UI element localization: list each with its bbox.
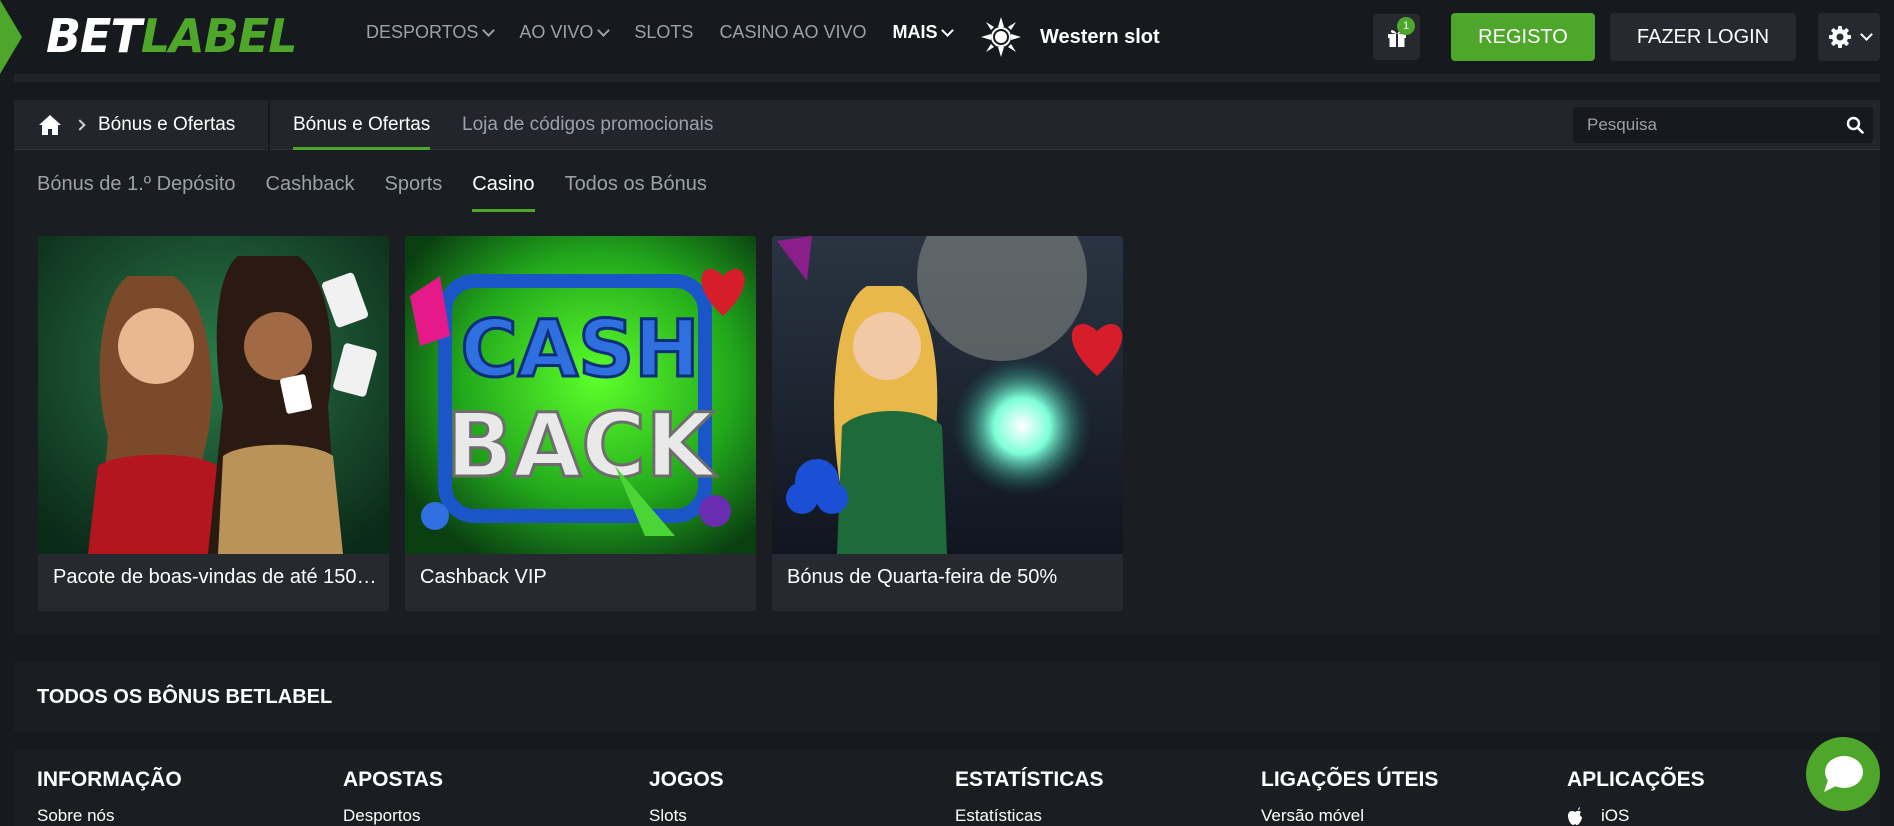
nav-desportos-label: DESPORTOS	[366, 22, 479, 42]
footer-link-ios-label: iOS	[1601, 806, 1630, 825]
cashback-image-text-top: CASH	[460, 305, 699, 395]
bonus-category-tabs: Bónus de 1.º Depósito Cashback Sports Ca…	[37, 156, 737, 212]
subtab-todos-os-bonus[interactable]: Todos os Bónus	[565, 156, 707, 212]
search-icon[interactable]	[1837, 107, 1873, 143]
tab-bonus-e-ofertas[interactable]: Bónus e Ofertas	[293, 100, 431, 150]
main-nav: DESPORTOS AO VIVO SLOTS CASINO AO VIVO M…	[366, 22, 978, 43]
bonus-card[interactable]: CASH BACK Cashback VIP	[405, 236, 756, 611]
nav-ao-vivo-label: AO VIVO	[519, 22, 594, 42]
login-button[interactable]: FAZER LOGIN	[1610, 13, 1796, 61]
bonus-cards: Pacote de boas-vindas de até 1500 € + 15…	[38, 236, 1139, 611]
footer-link-versao-movel[interactable]: Versão móvel	[1261, 806, 1438, 826]
breadcrumb-home: Bónus e Ofertas	[14, 100, 270, 150]
bonus-panel: Bónus e Ofertas Bónus e Ofertas Loja de …	[14, 100, 1880, 634]
chevron-down-icon	[597, 23, 611, 37]
nav-mais[interactable]: MAIS	[892, 22, 955, 43]
footer-col-jogos: JOGOS Slots	[649, 768, 724, 826]
chevron-down-icon	[482, 23, 496, 37]
top-header: BETLABEL DESPORTOS AO VIVO SLOTS CASINO …	[0, 0, 1894, 74]
chevron-right-icon	[74, 119, 86, 131]
logo[interactable]: BETLABEL	[46, 9, 298, 63]
chat-bubble-icon	[1824, 756, 1863, 792]
footer-link-sobre-nos[interactable]: Sobre nós	[37, 806, 182, 826]
footer-col-apostas: APOSTAS Desportos	[343, 768, 443, 826]
gear-icon	[1828, 26, 1851, 48]
nav-ao-vivo[interactable]: AO VIVO	[519, 22, 611, 43]
nav-mais-label: MAIS	[892, 22, 938, 42]
subtab-sports[interactable]: Sports	[384, 156, 442, 212]
breadcrumb: Bónus e Ofertas Bónus e Ofertas Loja de …	[14, 100, 1880, 150]
header-accent	[0, 0, 22, 74]
subtab-cashback[interactable]: Cashback	[266, 156, 355, 212]
footer-col-ligacoes-uteis: LIGAÇÕES ÚTEIS Versão móvel	[1261, 768, 1438, 826]
tab-loja-codigos-promocionais[interactable]: Loja de códigos promocionais	[462, 100, 713, 150]
promo-label: Western slot	[1040, 25, 1160, 48]
nav-slots[interactable]: SLOTS	[634, 22, 693, 43]
footer-link-slots[interactable]: Slots	[649, 806, 724, 826]
sun-icon	[981, 17, 1021, 57]
footer-col-informacao: INFORMAÇÃO Sobre nós	[37, 768, 182, 826]
notification-badge: 1	[1397, 17, 1415, 35]
logo-label: LABEL	[140, 9, 298, 63]
bonus-card-image	[38, 236, 389, 554]
chat-button[interactable]	[1806, 737, 1880, 811]
footer-link-estatisticas[interactable]: Estatísticas	[955, 806, 1104, 826]
footer-link-desportos[interactable]: Desportos	[343, 806, 443, 826]
bonus-card[interactable]: Pacote de boas-vindas de até 1500 € + 15…	[38, 236, 389, 611]
subtab-primeiro-deposito[interactable]: Bónus de 1.º Depósito	[37, 156, 236, 212]
apple-icon	[1568, 807, 1582, 825]
cashback-image-text-bottom: BACK	[446, 394, 717, 497]
all-bonus-section: TODOS OS BÔNUS BETLABEL	[14, 662, 1880, 732]
logo-bet: BET	[46, 9, 142, 63]
settings-button[interactable]	[1818, 13, 1880, 61]
header-divider	[14, 74, 1880, 82]
footer-heading: LIGAÇÕES ÚTEIS	[1261, 768, 1439, 791]
bonus-card-title: Pacote de boas-vindas de até 1500 € + 15…	[53, 566, 378, 588]
footer-col-estatisticas: ESTATÍSTICAS Estatísticas	[955, 768, 1104, 826]
nav-desportos[interactable]: DESPORTOS	[366, 22, 496, 43]
nav-casino-ao-vivo[interactable]: CASINO AO VIVO	[719, 22, 866, 43]
chevron-down-icon	[1859, 28, 1873, 41]
gift-button[interactable]: 1	[1373, 14, 1420, 60]
nav-slots-label: SLOTS	[634, 22, 694, 42]
footer-col-aplicacoes: APLICAÇÕES iOS	[1567, 768, 1705, 826]
subtab-casino[interactable]: Casino	[472, 156, 535, 212]
footer-link-ios[interactable]: iOS	[1567, 806, 1705, 826]
footer: INFORMAÇÃO Sobre nós APOSTAS Desportos J…	[14, 750, 1880, 826]
footer-heading: INFORMAÇÃO	[37, 768, 182, 791]
search-box	[1573, 107, 1873, 143]
bonus-card[interactable]: Bónus de Quarta-feira de 50%	[772, 236, 1123, 611]
footer-heading: JOGOS	[649, 768, 724, 791]
bonus-card-image: CASH BACK	[405, 236, 756, 554]
breadcrumb-current: Bónus e Ofertas	[98, 114, 236, 135]
home-icon[interactable]	[38, 114, 62, 136]
search-input[interactable]	[1573, 115, 1837, 135]
register-button[interactable]: REGISTO	[1451, 13, 1595, 61]
all-bonus-title: TODOS OS BÔNUS BETLABEL	[37, 685, 333, 708]
chevron-down-icon	[941, 23, 955, 37]
footer-heading: ESTATÍSTICAS	[955, 768, 1104, 791]
footer-heading: APLICAÇÕES	[1567, 768, 1705, 791]
bonus-card-title: Bónus de Quarta-feira de 50%	[787, 566, 1058, 588]
footer-heading: APOSTAS	[343, 768, 443, 791]
promo-link-western-slot[interactable]: Western slot	[980, 16, 1160, 58]
bonus-card-image	[772, 236, 1123, 554]
bonus-card-title: Cashback VIP	[420, 566, 547, 588]
nav-casino-ao-vivo-label: CASINO AO VIVO	[719, 22, 867, 42]
